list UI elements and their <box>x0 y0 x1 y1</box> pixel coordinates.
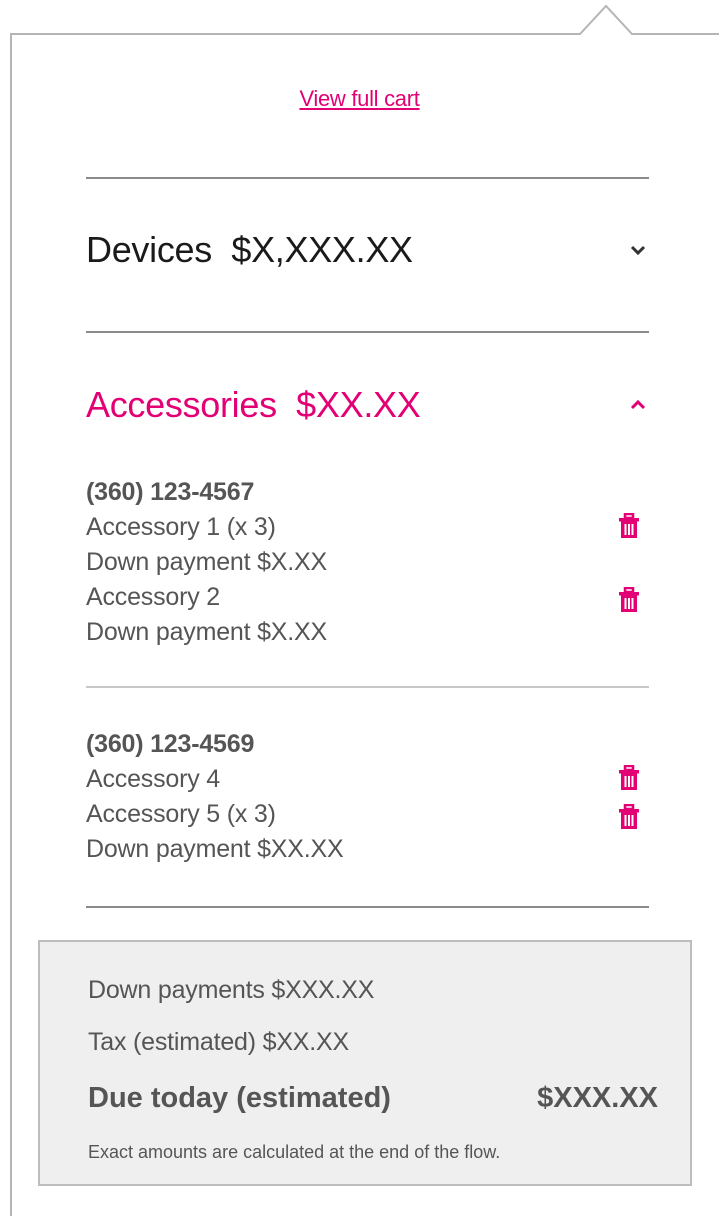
list-item: Down payment $X.XX <box>86 548 327 576</box>
tax-estimate: Tax (estimated) $XX.XX <box>88 1028 349 1056</box>
due-today-label: Due today (estimated) <box>88 1082 391 1114</box>
devices-title: Devices $X,XXX.XX <box>86 229 413 271</box>
mini-cart-popover: View full cart Devices $X,XXX.XX Accesso… <box>0 0 719 1216</box>
divider <box>86 906 649 908</box>
view-cart-row: View full cart <box>0 86 719 112</box>
view-full-cart-link[interactable]: View full cart <box>299 86 419 111</box>
divider <box>86 331 649 333</box>
divider <box>86 686 649 688</box>
chevron-down-icon[interactable] <box>627 239 649 261</box>
devices-section-header[interactable]: Devices $X,XXX.XX <box>86 225 649 275</box>
trash-icon[interactable] <box>618 513 640 539</box>
divider <box>86 177 649 179</box>
down-payments-total: Down payments $XXX.XX <box>88 976 375 1004</box>
list-item: Accessory 4 <box>86 765 220 793</box>
trash-icon[interactable] <box>618 587 640 613</box>
phone-number: (360) 123-4569 <box>86 730 255 758</box>
devices-amount: $X,XXX.XX <box>231 229 413 270</box>
accessories-section-header[interactable]: Accessories $XX.XX <box>86 380 649 430</box>
disclaimer-note: Exact amounts are calculated at the end … <box>88 1142 501 1162</box>
devices-label: Devices <box>86 229 212 270</box>
trash-icon[interactable] <box>618 765 640 791</box>
list-item: Down payment $XX.XX <box>86 835 344 863</box>
list-item: Accessory 2 <box>86 583 220 611</box>
list-item: Accessory 5 (x 3) <box>86 800 276 828</box>
due-today-row: Due today (estimated) $XXX.XX <box>88 1082 658 1115</box>
accessories-label: Accessories <box>86 384 277 425</box>
phone-number: (360) 123-4567 <box>86 478 255 506</box>
due-today-amount: $XXX.XX <box>537 1082 658 1114</box>
line-group: (360) 123-4569 Accessory 4 Accessory 5 (… <box>86 727 656 867</box>
accessories-amount: $XX.XX <box>296 384 421 425</box>
line-group: (360) 123-4567 Accessory 1 (x 3) Down pa… <box>86 475 656 650</box>
list-item: Accessory 1 (x 3) <box>86 513 276 541</box>
order-summary-panel: Down payments $XXX.XX Tax (estimated) $X… <box>38 940 692 1186</box>
trash-icon[interactable] <box>618 804 640 830</box>
chevron-up-icon[interactable] <box>627 394 649 416</box>
accessories-title: Accessories $XX.XX <box>86 384 421 426</box>
list-item: Down payment $X.XX <box>86 618 327 646</box>
